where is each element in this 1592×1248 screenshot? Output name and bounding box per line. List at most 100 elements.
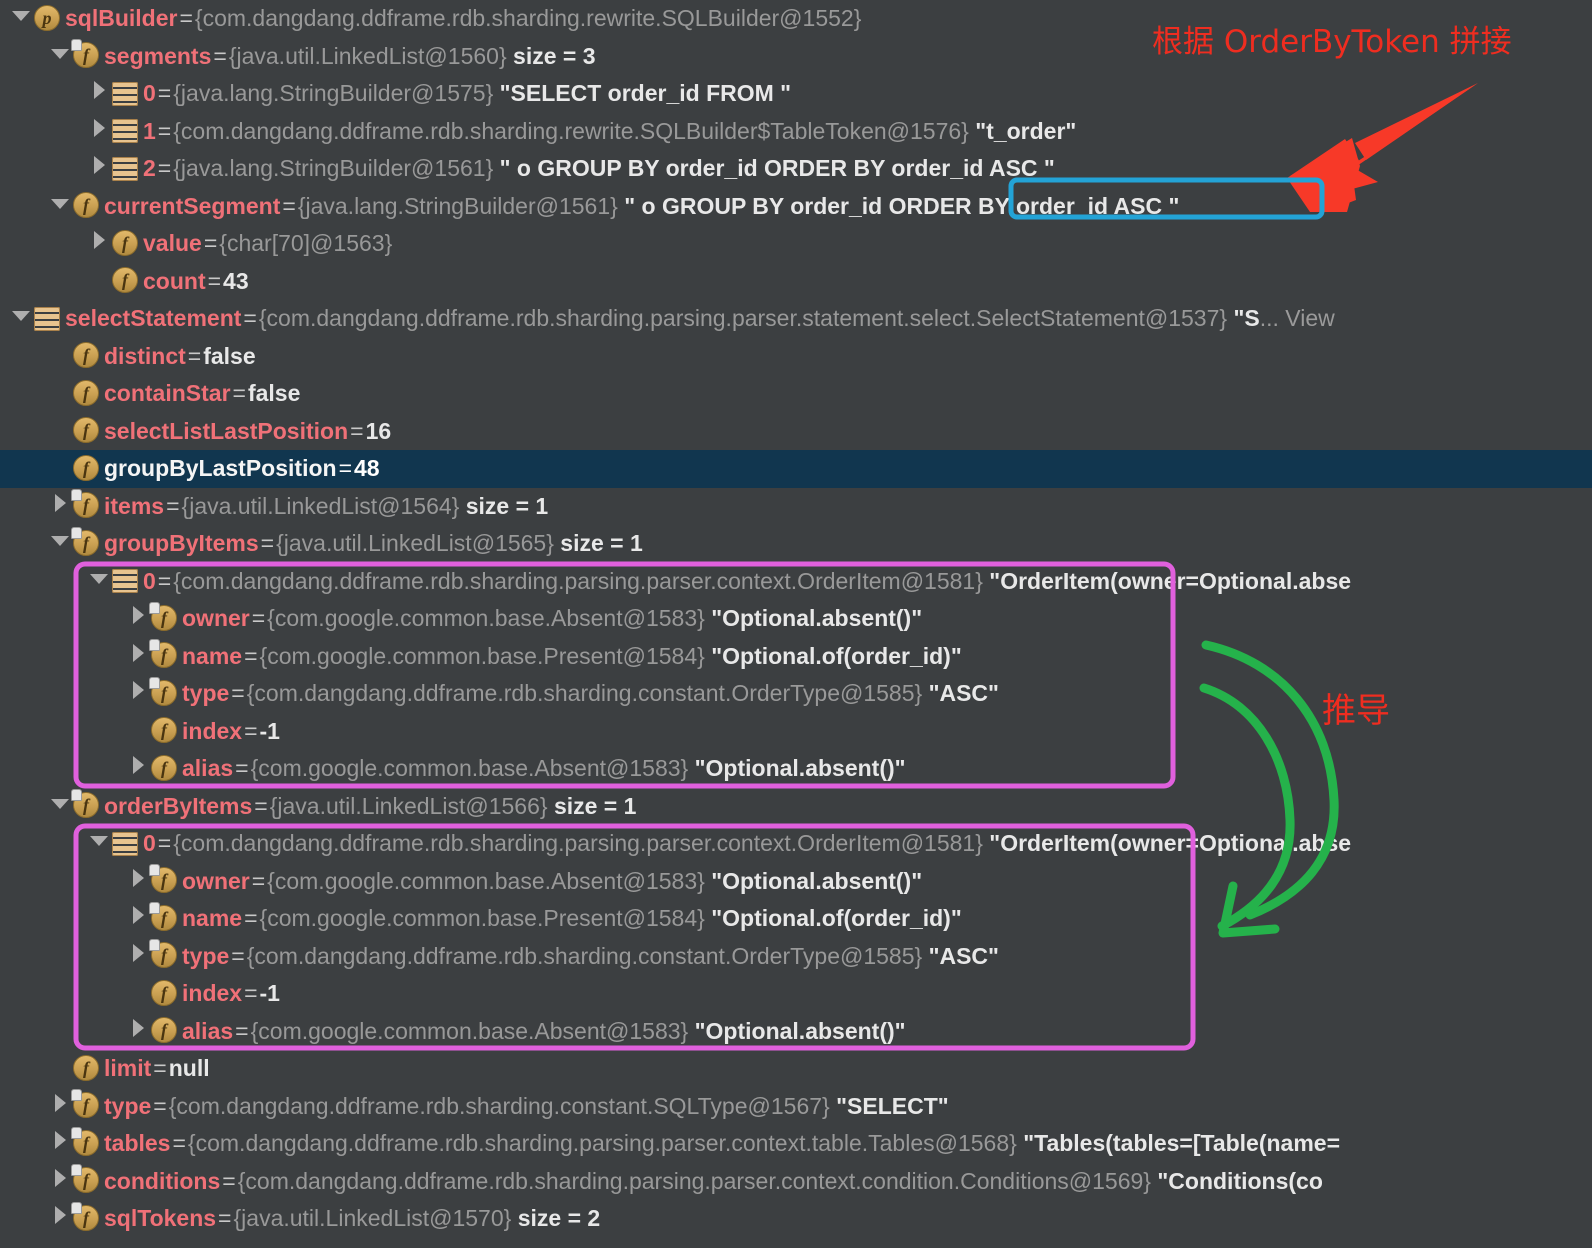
chevron-down-icon[interactable] xyxy=(86,563,112,600)
equals-sign: = xyxy=(231,942,245,969)
tree-row[interactable]: f owner={com.google.common.base.Absent@15… xyxy=(0,863,1592,901)
tree-row[interactable]: f segments={java.util.LinkedList@1560} si… xyxy=(0,38,1592,76)
variable-value: " o GROUP BY order_id ORDER BY order_id … xyxy=(499,155,1055,181)
tree-row[interactable]: f name={com.google.common.base.Present@15… xyxy=(0,638,1592,676)
variable-value: "SELECT" xyxy=(836,1092,949,1119)
equals-sign: = xyxy=(232,380,246,406)
tree-row[interactable]: 0={java.lang.StringBuilder@1575} "SELECT… xyxy=(0,75,1592,113)
list-icon xyxy=(112,81,138,106)
equals-sign: = xyxy=(231,680,245,706)
chevron-down-icon[interactable] xyxy=(47,188,73,225)
tree-row[interactable]: 0={com.dangdang.ddframe.rdb.sharding.par… xyxy=(0,563,1592,601)
variable-value: "Optional.of(order_id)" xyxy=(711,642,962,669)
tree-row[interactable]: f alias={com.google.common.base.Absent@15… xyxy=(0,750,1592,788)
variable-value: "Optional.absent()" xyxy=(694,755,906,781)
equals-sign: = xyxy=(244,717,258,744)
chevron-right-icon[interactable] xyxy=(125,863,151,900)
field-private-icon: f xyxy=(71,39,99,69)
variable-type: {java.lang.StringBuilder@1561} xyxy=(173,155,494,181)
chevron-right-icon[interactable] xyxy=(47,1125,73,1162)
field-private-icon: f xyxy=(149,601,177,631)
chevron-right-icon[interactable] xyxy=(86,225,112,262)
field-icon: f xyxy=(73,192,99,219)
tree-row[interactable]: f currentSegment={java.lang.StringBuilder… xyxy=(0,188,1592,226)
tree-row[interactable]: f tables={com.dangdang.ddframe.rdb.shardi… xyxy=(0,1125,1592,1163)
chevron-right-icon[interactable] xyxy=(47,1088,73,1125)
equals-sign: = xyxy=(235,1017,249,1044)
chevron-right-icon[interactable] xyxy=(125,750,151,787)
variable-name: index xyxy=(182,980,243,1006)
tree-row[interactable]: selectStatement={com.dangdang.ddframe.rd… xyxy=(0,300,1592,338)
tree-row[interactable]: f index=-1 xyxy=(0,975,1592,1013)
collection-size: size = 2 xyxy=(517,1205,601,1231)
tree-row[interactable]: f type={com.dangdang.ddframe.rdb.sharding… xyxy=(0,675,1592,713)
twisty-placeholder xyxy=(47,1050,73,1087)
tree-row[interactable]: f owner={com.google.common.base.Absent@15… xyxy=(0,600,1592,638)
field-private-icon: f xyxy=(71,1201,99,1231)
equals-sign: = xyxy=(157,155,172,181)
chevron-down-icon[interactable] xyxy=(47,525,73,562)
chevron-right-icon[interactable] xyxy=(47,1200,73,1237)
variable-value: "Optional.of(order_id)" xyxy=(711,905,962,931)
variable-type: {java.util.LinkedList@1565} xyxy=(276,530,554,556)
chevron-down-icon[interactable] xyxy=(86,825,112,862)
variable-type: {java.lang.StringBuilder@1561} xyxy=(297,192,618,219)
equals-sign: = xyxy=(172,1130,186,1156)
chevron-right-icon[interactable] xyxy=(125,600,151,637)
equals-sign: = xyxy=(207,267,222,294)
debugger-variables-tree[interactable]: p sqlBuilder={com.dangdang.ddframe.rdb.sh… xyxy=(0,0,1592,1248)
tree-row[interactable]: f groupByItems={java.util.LinkedList@1565… xyxy=(0,525,1592,563)
chevron-down-icon[interactable] xyxy=(47,788,73,825)
tree-row[interactable]: f value={char[70]@1563} xyxy=(0,225,1592,263)
chevron-right-icon[interactable] xyxy=(125,675,151,712)
tree-row[interactable]: f alias={com.google.common.base.Absent@15… xyxy=(0,1013,1592,1051)
tree-row[interactable]: 2={java.lang.StringBuilder@1561} " o GRO… xyxy=(0,150,1592,188)
chevron-right-icon[interactable] xyxy=(47,488,73,525)
equals-sign: = xyxy=(157,117,172,144)
chevron-right-icon[interactable] xyxy=(86,113,112,150)
field-icon: f xyxy=(112,229,138,256)
variable-name: alias xyxy=(182,1017,234,1044)
tree-row[interactable]: f limit=null xyxy=(0,1050,1592,1088)
chevron-right-icon[interactable] xyxy=(125,638,151,675)
field-private-icon: f xyxy=(149,639,177,669)
variable-type: {char[70]@1563} xyxy=(219,230,393,256)
tree-row[interactable]: f orderByItems={java.util.LinkedList@1566… xyxy=(0,788,1592,826)
twisty-placeholder xyxy=(47,375,73,412)
tree-row[interactable]: f count=43 xyxy=(0,263,1592,301)
tree-row[interactable]: f distinct=false xyxy=(0,338,1592,376)
tree-row[interactable]: f type={com.dangdang.ddframe.rdb.sharding… xyxy=(0,938,1592,976)
view-link[interactable]: ... View xyxy=(1260,305,1335,331)
tree-row[interactable]: f conditions={com.dangdang.ddframe.rdb.sh… xyxy=(0,1163,1592,1201)
tree-row[interactable]: f index=-1 xyxy=(0,713,1592,751)
variable-name: count xyxy=(143,267,206,294)
equals-sign: = xyxy=(157,830,172,856)
field-icon: f xyxy=(73,342,99,369)
chevron-right-icon[interactable] xyxy=(86,150,112,187)
tree-row[interactable]: f name={com.google.common.base.Present@15… xyxy=(0,900,1592,938)
tree-row[interactable]: f containStar=false xyxy=(0,375,1592,413)
variable-name: sqlTokens xyxy=(104,1205,217,1231)
tree-row[interactable]: f items={java.util.LinkedList@1564} size … xyxy=(0,488,1592,526)
chevron-right-icon[interactable] xyxy=(125,938,151,975)
tree-row[interactable]: p sqlBuilder={com.dangdang.ddframe.rdb.sh… xyxy=(0,0,1592,38)
variable-type: {java.util.LinkedList@1560} xyxy=(228,42,507,69)
variable-name: owner xyxy=(182,867,250,894)
tree-row[interactable]: 0={com.dangdang.ddframe.rdb.sharding.par… xyxy=(0,825,1592,863)
chevron-down-icon[interactable] xyxy=(47,38,73,75)
tree-row[interactable]: f groupByLastPosition=48 xyxy=(0,450,1592,488)
tree-row[interactable]: f sqlTokens={java.util.LinkedList@1570} s… xyxy=(0,1200,1592,1238)
chevron-right-icon[interactable] xyxy=(125,900,151,937)
variable-value: -1 xyxy=(259,980,280,1006)
field-private-icon: f xyxy=(71,1164,99,1194)
tree-row[interactable]: 1={com.dangdang.ddframe.rdb.sharding.rew… xyxy=(0,113,1592,151)
chevron-right-icon[interactable] xyxy=(86,75,112,112)
chevron-down-icon[interactable] xyxy=(8,300,34,337)
chevron-right-icon[interactable] xyxy=(125,1013,151,1050)
tree-row[interactable]: f selectListLastPosition=16 xyxy=(0,413,1592,451)
chevron-right-icon[interactable] xyxy=(47,1163,73,1200)
chevron-down-icon[interactable] xyxy=(8,0,34,37)
equals-sign: = xyxy=(218,1205,232,1231)
tree-row[interactable]: f type={com.dangdang.ddframe.rdb.sharding… xyxy=(0,1088,1592,1126)
field-icon: f xyxy=(73,379,99,406)
